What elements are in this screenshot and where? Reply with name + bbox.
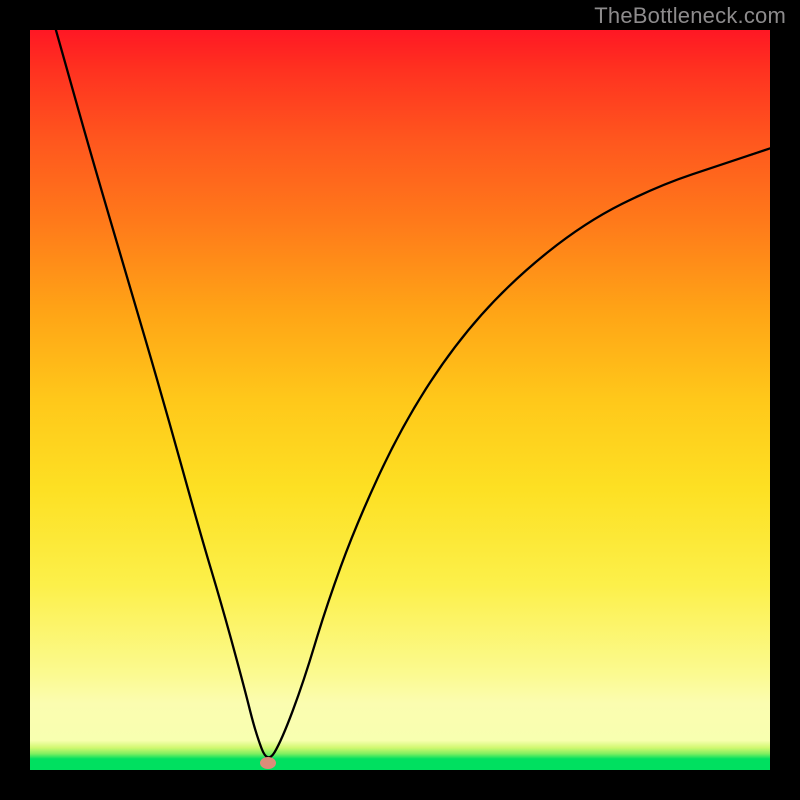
bottleneck-curve (30, 30, 770, 770)
plot-area (30, 30, 770, 770)
watermark-text: TheBottleneck.com (594, 3, 786, 29)
curve-path (56, 30, 770, 757)
chart-frame: TheBottleneck.com (0, 0, 800, 800)
optimum-marker (260, 757, 276, 769)
